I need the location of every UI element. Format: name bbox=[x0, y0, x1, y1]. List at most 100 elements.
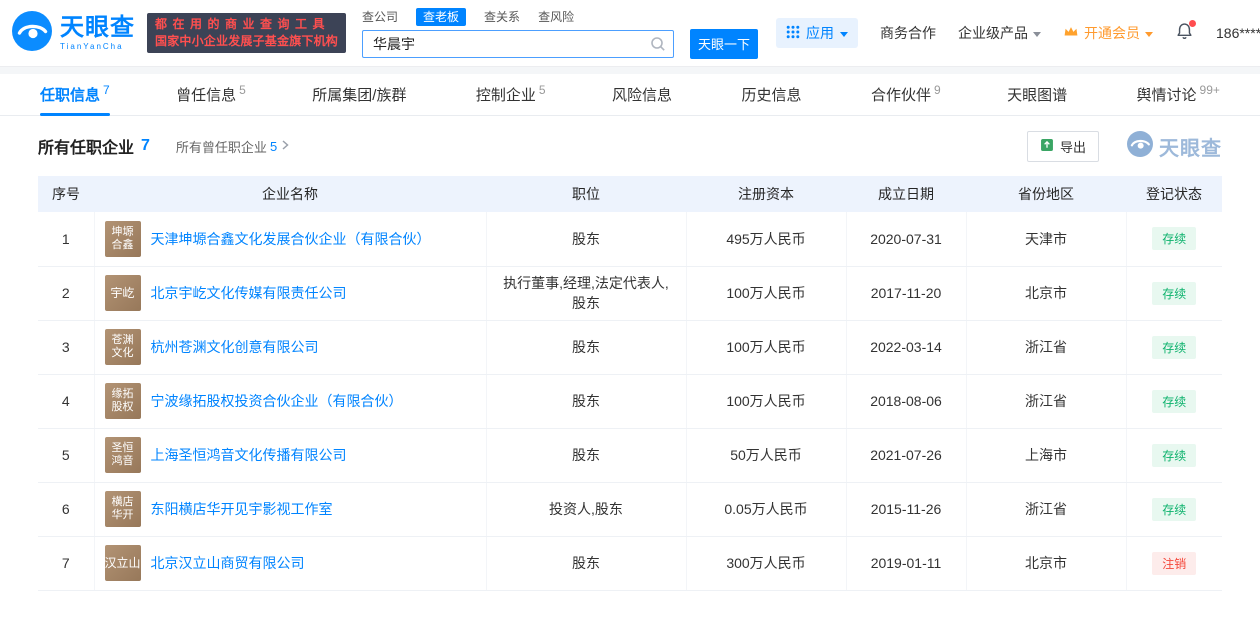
position-cell: 股东 bbox=[486, 374, 687, 429]
tab-label: 合作伙伴 bbox=[870, 87, 931, 104]
province-cell: 浙江省 bbox=[966, 320, 1127, 375]
tab-tianyan-graph[interactable]: 天眼图谱 bbox=[1007, 74, 1070, 115]
table-row: 7 汉立山 北京汉立山商贸有限公司 股东 300万人民币 2019-01-11 … bbox=[38, 536, 1222, 591]
company-link[interactable]: 东阳横店华开见宇影视工作室 bbox=[151, 500, 333, 518]
capital-cell: 100万人民币 bbox=[686, 266, 847, 321]
status-badge: 存续 bbox=[1152, 227, 1197, 251]
date-cell: 2017-11-20 bbox=[846, 266, 967, 321]
company-link[interactable]: 北京宇屹文化传媒有限责任公司 bbox=[151, 284, 347, 302]
apps-label: 应用 bbox=[806, 25, 834, 41]
date-cell: 2018-08-06 bbox=[846, 374, 967, 429]
company-link[interactable]: 杭州苍渊文化创意有限公司 bbox=[151, 338, 319, 356]
company-link[interactable]: 上海圣恒鸿音文化传播有限公司 bbox=[151, 446, 347, 464]
export-label: 导出 bbox=[1059, 139, 1086, 155]
company-logo: 缘拓 股权 bbox=[104, 383, 141, 419]
logo-text: 天眼查 bbox=[60, 13, 135, 41]
row-index: 3 bbox=[38, 320, 95, 375]
notification-dot bbox=[1189, 20, 1196, 27]
tab-group-cluster[interactable]: 所属集团/族群 bbox=[312, 74, 409, 115]
status-badge: 存续 bbox=[1152, 281, 1197, 305]
tianyancha-logo[interactable]: 天眼查 TianYanCha bbox=[12, 10, 135, 56]
table-row: 1 坤塬 合鑫 天津坤塬合鑫文化发展合伙企业（有限合伙） 股东 495万人民币 … bbox=[38, 212, 1222, 267]
slogan-line2: 国家中小企业发展子基金旗下机构 bbox=[155, 34, 339, 48]
company-logo: 汉立山 bbox=[104, 545, 141, 581]
account-phone[interactable]: 186**** bbox=[1216, 25, 1260, 41]
province-cell: 天津市 bbox=[966, 212, 1127, 267]
tab-former-positions[interactable]: 曾任信息 5 bbox=[176, 74, 246, 115]
export-button[interactable]: 导出 bbox=[1026, 130, 1099, 162]
search-input[interactable] bbox=[362, 29, 675, 58]
date-cell: 2019-01-11 bbox=[846, 536, 967, 591]
position-cell: 股东 bbox=[486, 320, 687, 375]
watermark-text: 天眼查 bbox=[1159, 137, 1222, 160]
row-index: 1 bbox=[38, 212, 95, 267]
search-tab-company[interactable]: 查公司 bbox=[362, 8, 398, 26]
row-index: 4 bbox=[38, 374, 95, 429]
chevron-down-icon bbox=[840, 31, 848, 37]
search-icon[interactable] bbox=[650, 36, 666, 57]
tab-public-sentiment[interactable]: 舆情讨论 99+ bbox=[1137, 74, 1220, 115]
search-tab-risk[interactable]: 查风险 bbox=[538, 8, 574, 26]
company-link[interactable]: 宁波缘拓股权投资合伙企业（有限合伙） bbox=[151, 392, 403, 410]
search-tabs: 查公司 查老板 查关系 查风险 bbox=[362, 7, 758, 26]
company-link[interactable]: 北京汉立山商贸有限公司 bbox=[151, 554, 305, 572]
enterprise-products-link[interactable]: 企业级产品 bbox=[958, 23, 1041, 43]
company-link[interactable]: 天津坤塬合鑫文化发展合伙企业（有限合伙） bbox=[151, 230, 431, 248]
col-header-capital: 注册资本 bbox=[686, 176, 846, 212]
status-badge: 注销 bbox=[1152, 551, 1197, 575]
section-bar: 所有任职企业 7 所有曾任职企业 5 导出 天眼查 bbox=[0, 116, 1260, 176]
tab-risk-info[interactable]: 风险信息 bbox=[612, 74, 675, 115]
notifications-bell[interactable] bbox=[1175, 20, 1196, 44]
logo-subtext: TianYanCha bbox=[60, 41, 124, 51]
chevron-down-icon bbox=[1145, 31, 1153, 37]
status-badge: 存续 bbox=[1152, 443, 1197, 467]
table-row: 5 圣恒 鸿音 上海圣恒鸿音文化传播有限公司 股东 50万人民币 2021-07… bbox=[38, 428, 1222, 483]
tab-count: 7 bbox=[103, 82, 110, 97]
status-badge: 存续 bbox=[1152, 497, 1197, 521]
position-cell: 股东 bbox=[486, 428, 687, 483]
section-count: 7 bbox=[141, 137, 150, 154]
position-cell: 股东 bbox=[486, 536, 687, 591]
slogan-line1: 都在用的商业查询工具 bbox=[155, 17, 331, 31]
former-positions-link[interactable]: 所有曾任职企业 5 bbox=[176, 137, 290, 156]
company-logo: 坤塬 合鑫 bbox=[104, 220, 141, 257]
capital-cell: 0.05万人民币 bbox=[686, 482, 847, 537]
table-row: 6 横店 华开 东阳横店华开见宇影视工作室 投资人,股东 0.05万人民币 20… bbox=[38, 482, 1222, 537]
tab-count: 5 bbox=[239, 82, 246, 97]
col-header-position: 职位 bbox=[486, 176, 686, 212]
province-cell: 北京市 bbox=[966, 536, 1127, 591]
tab-current-positions[interactable]: 任职信息 7 bbox=[40, 74, 110, 116]
crown-icon bbox=[1063, 25, 1079, 41]
province-cell: 浙江省 bbox=[966, 374, 1127, 429]
tab-count: 9 bbox=[933, 82, 941, 97]
date-cell: 2020-07-31 bbox=[846, 212, 967, 267]
search-tab-boss[interactable]: 查老板 bbox=[416, 7, 467, 26]
capital-cell: 300万人民币 bbox=[686, 536, 847, 591]
tab-controlled-companies[interactable]: 控制企业 5 bbox=[476, 74, 546, 115]
table-row: 3 苍渊 文化 杭州苍渊文化创意有限公司 股东 100万人民币 2022-03-… bbox=[38, 320, 1222, 375]
tab-count: 99+ bbox=[1199, 82, 1220, 97]
tab-label: 历史信息 bbox=[741, 87, 802, 104]
capital-cell: 100万人民币 bbox=[686, 374, 847, 429]
tab-label: 风险信息 bbox=[612, 87, 673, 104]
tab-partners[interactable]: 合作伙伴 9 bbox=[871, 74, 941, 115]
position-cell: 投资人,股东 bbox=[486, 482, 687, 537]
tab-history-info[interactable]: 历史信息 bbox=[741, 74, 804, 115]
business-cooperation-link[interactable]: 商务合作 bbox=[880, 23, 936, 43]
vip-label: 开通会员 bbox=[1084, 25, 1140, 41]
export-icon bbox=[1040, 138, 1054, 155]
business-cooperation-label: 商务合作 bbox=[880, 25, 936, 41]
section-title: 所有任职企业 bbox=[38, 140, 135, 157]
province-cell: 浙江省 bbox=[966, 482, 1127, 537]
row-index: 7 bbox=[38, 536, 95, 591]
capital-cell: 100万人民币 bbox=[686, 320, 847, 375]
col-header-index: 序号 bbox=[38, 176, 94, 212]
search-button[interactable]: 天眼一下 bbox=[690, 28, 759, 59]
capital-cell: 50万人民币 bbox=[686, 428, 847, 483]
date-cell: 2022-03-14 bbox=[846, 320, 967, 375]
vip-upgrade-link[interactable]: 开通会员 bbox=[1063, 23, 1153, 43]
apps-button[interactable]: 应用 bbox=[776, 18, 858, 48]
table-row: 2 宇屹 北京宇屹文化传媒有限责任公司 执行董事,经理,法定代表人,股东 100… bbox=[38, 266, 1222, 321]
position-cell: 股东 bbox=[486, 212, 687, 267]
search-tab-relation[interactable]: 查关系 bbox=[484, 8, 520, 26]
